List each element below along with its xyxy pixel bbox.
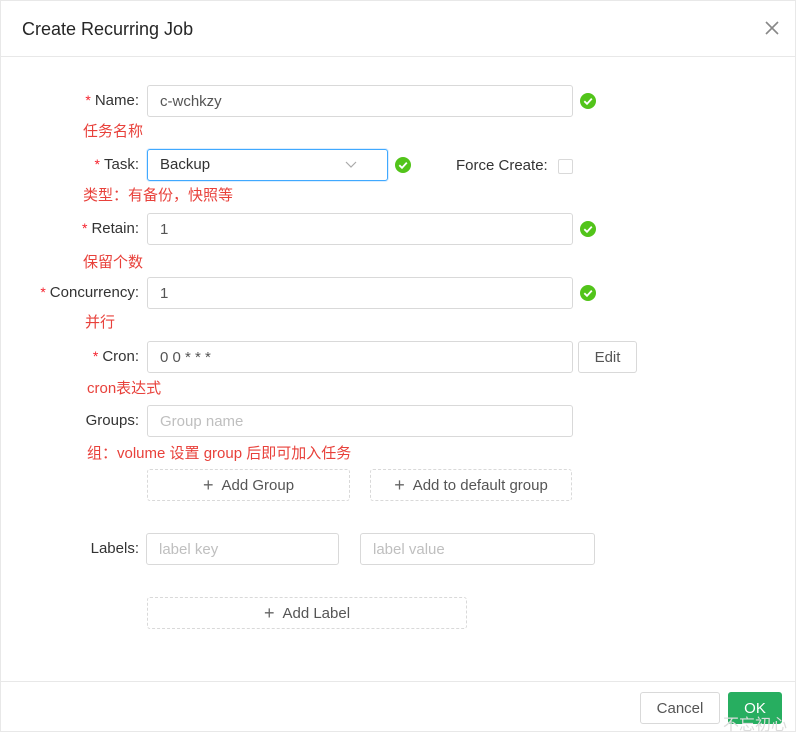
required-mark: *: [82, 220, 88, 236]
required-mark: *: [85, 92, 91, 108]
cron-label: * Cron:: [92, 348, 139, 365]
required-mark: *: [40, 284, 46, 300]
close-icon[interactable]: [761, 17, 783, 39]
add-group-button[interactable]: + Add Group: [147, 469, 350, 501]
dialog-footer: Cancel OK: [1, 681, 796, 733]
force-create-checkbox[interactable]: [558, 159, 573, 174]
required-mark: *: [94, 156, 100, 172]
dialog-header: Create Recurring Job: [1, 1, 796, 57]
concurrency-hint: 并行: [85, 314, 116, 331]
labels-label: Labels:: [90, 540, 139, 557]
retain-hint: 保留个数: [83, 254, 144, 271]
check-circle-icon: [395, 157, 411, 173]
name-input[interactable]: [147, 85, 573, 117]
task-select-value: Backup: [160, 156, 211, 173]
task-select[interactable]: Backup: [147, 149, 388, 181]
plus-icon: +: [394, 475, 405, 495]
force-create-label: Force Create:: [456, 157, 548, 174]
groups-hint: 组：volume 设置 group 后即可加入任务: [87, 445, 352, 462]
label-key-input[interactable]: [146, 533, 339, 565]
cancel-button[interactable]: Cancel: [640, 692, 720, 724]
retain-label: * Retain:: [82, 220, 139, 237]
check-circle-icon: [580, 221, 596, 237]
concurrency-label: * Concurrency:: [40, 284, 139, 301]
create-recurring-job-dialog: Create Recurring Job *Name: 任务名称 *Task: …: [0, 0, 796, 734]
dialog-title: Create Recurring Job: [22, 19, 194, 39]
name-label: * Name:: [85, 92, 139, 109]
label-value-input[interactable]: [360, 533, 595, 565]
add-label-button[interactable]: + Add Label: [147, 597, 467, 629]
add-label-text: Add Label: [282, 604, 351, 622]
task-hint: 类型：有备份，快照等: [83, 187, 234, 204]
add-to-default-group-button[interactable]: + Add to default group: [370, 469, 572, 501]
cron-hint: cron表达式: [87, 380, 162, 397]
check-circle-icon: [580, 93, 596, 109]
cron-input[interactable]: [147, 341, 573, 373]
concurrency-input[interactable]: [147, 277, 573, 309]
watermark: 不忘初心: [723, 717, 788, 734]
plus-icon: +: [202, 475, 214, 495]
add-group-label: Add Group: [221, 476, 295, 494]
name-hint: 任务名称: [83, 123, 144, 140]
cron-edit-button[interactable]: Edit: [578, 341, 637, 373]
groups-label: Groups:: [85, 412, 139, 429]
chevron-down-icon: [345, 161, 357, 168]
task-label: * Task:: [94, 156, 139, 173]
required-mark: *: [92, 348, 99, 364]
retain-input[interactable]: [147, 213, 573, 245]
check-circle-icon: [580, 285, 596, 301]
plus-icon: +: [263, 603, 275, 623]
add-default-group-label: Add to default group: [412, 476, 548, 494]
group-name-input[interactable]: [147, 405, 573, 437]
